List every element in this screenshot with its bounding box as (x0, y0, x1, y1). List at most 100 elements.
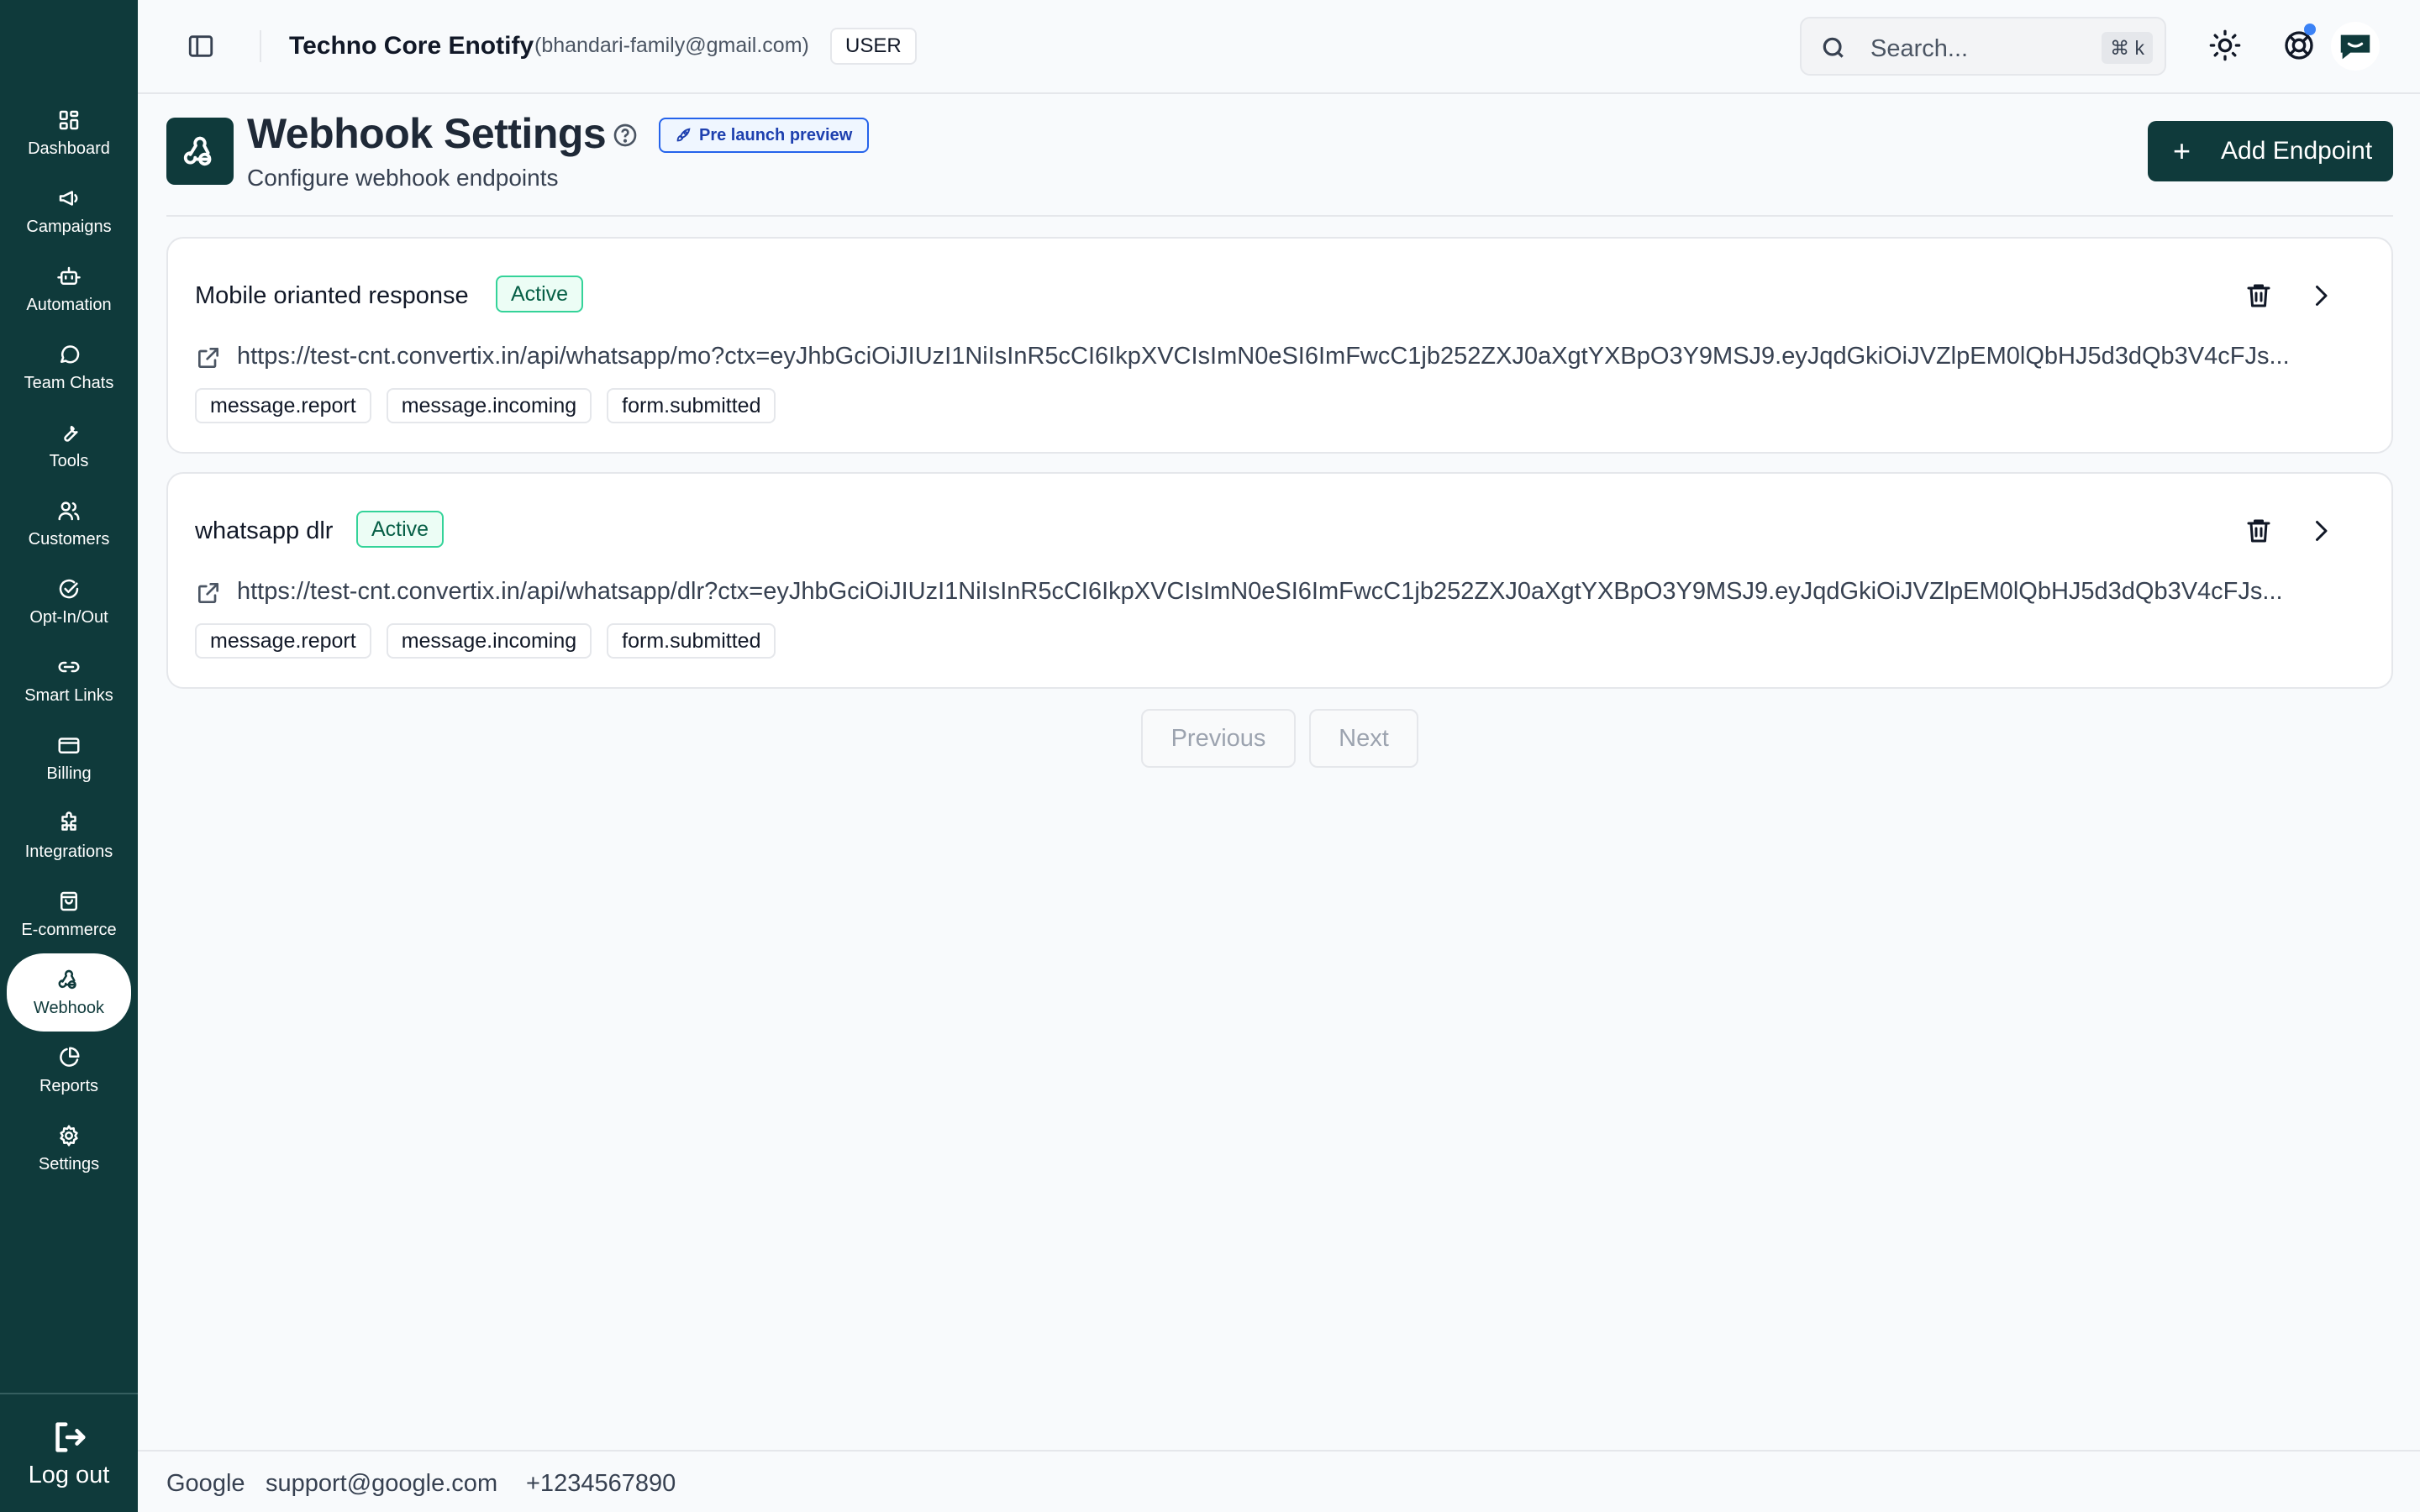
page-subtitle: Configure webhook endpoints (247, 165, 559, 191)
event-tag: message.report (195, 623, 371, 659)
endpoint-url[interactable]: https://test-cnt.convertix.in/api/whatsa… (237, 578, 2354, 606)
event-tag: form.submitted (607, 388, 776, 423)
sidebar-item-label: Customers (28, 530, 110, 549)
sidebar-item-label: Dashboard (28, 139, 110, 158)
event-tag: message.incoming (386, 623, 592, 659)
trash-icon (2247, 284, 2270, 307)
chat-assistant-button[interactable] (2331, 22, 2380, 71)
endpoint-url[interactable]: https://test-cnt.convertix.in/api/whatsa… (237, 343, 2354, 370)
dashboard-icon (59, 110, 79, 130)
trash-icon (2247, 519, 2270, 543)
sidebar-item-webhook[interactable]: Webhook (7, 953, 131, 1032)
footer-company: Google (166, 1470, 245, 1497)
status-badge: Active (356, 511, 445, 548)
support-button[interactable] (2282, 24, 2316, 62)
pre-launch-preview-badge[interactable]: Pre launch preview (659, 118, 870, 153)
panel-left-icon (188, 35, 213, 57)
footer-email[interactable]: support@google.com (266, 1470, 497, 1498)
event-tags: message.report message.incoming form.sub… (195, 388, 776, 423)
shopping-bag-icon (60, 891, 77, 911)
sidebar-item-settings[interactable]: Settings (7, 1110, 131, 1188)
logout-button[interactable]: Log out (0, 1393, 138, 1512)
sidebar-item-reports[interactable]: Reports (7, 1032, 131, 1110)
sidebar-item-label: Integrations (24, 843, 113, 861)
search-shortcut: ⌘ k (2102, 32, 2153, 64)
wrench-icon (64, 425, 78, 442)
endpoint-card[interactable]: Mobile orianted response Active https://… (166, 237, 2393, 454)
pie-chart-icon (60, 1047, 80, 1067)
delete-endpoint-button[interactable] (2244, 281, 2274, 311)
sidebar-nav: Dashboard Campaigns Automation Team Chat… (0, 94, 138, 1188)
sidebar-item-opt-in-out[interactable]: Opt-In/Out (7, 563, 131, 641)
sidebar-item-label: Tools (49, 452, 89, 470)
sidebar-item-label: Webhook (33, 999, 105, 1017)
sidebar-item-integrations[interactable]: Integrations (7, 797, 131, 875)
check-circle-icon (59, 579, 79, 599)
event-tag: form.submitted (607, 623, 776, 659)
previous-page-button[interactable]: Previous (1141, 709, 1296, 768)
notification-dot (2304, 24, 2316, 35)
chevron-right-icon (2316, 521, 2328, 541)
endpoint-name: Mobile orianted response (195, 282, 469, 309)
webhook-icon (58, 969, 76, 990)
plus-icon: + (2173, 134, 2191, 168)
megaphone-icon (59, 191, 78, 206)
sidebar-toggle-button[interactable] (187, 32, 215, 60)
delete-endpoint-button[interactable] (2244, 516, 2274, 546)
chat-bot-icon (2340, 34, 2370, 60)
webhook-icon (183, 136, 212, 166)
sidebar-item-label: Team Chats (24, 374, 114, 392)
title-divider (166, 215, 2393, 217)
sidebar-item-label: Campaigns (26, 218, 112, 236)
sidebar-item-tools[interactable]: Tools (7, 407, 131, 485)
webhook-title-icon (166, 118, 234, 185)
sidebar: Dashboard Campaigns Automation Team Chat… (0, 0, 138, 1512)
sidebar-item-dashboard[interactable]: Dashboard (7, 94, 131, 172)
event-tags: message.report message.incoming form.sub… (195, 623, 776, 659)
sidebar-item-label: Settings (38, 1155, 100, 1173)
rocket-icon (676, 128, 691, 142)
chevron-right-icon (2316, 286, 2328, 306)
search-input[interactable]: Search... ⌘ k (1800, 17, 2166, 76)
sidebar-item-label: Billing (46, 764, 92, 783)
add-endpoint-label: Add Endpoint (2221, 137, 2373, 165)
external-link-icon (195, 580, 222, 606)
theme-toggle-button[interactable] (2208, 29, 2242, 62)
pre-launch-preview-label: Pre launch preview (699, 125, 853, 144)
sidebar-item-label: Opt-In/Out (29, 608, 108, 627)
endpoint-details-button[interactable] (2306, 281, 2336, 311)
search-icon (1823, 37, 1844, 58)
sidebar-item-billing[interactable]: Billing (7, 719, 131, 797)
sidebar-item-customers[interactable]: Customers (7, 485, 131, 563)
sun-icon (2209, 29, 2241, 61)
sidebar-item-e-commerce[interactable]: E-commerce (7, 875, 131, 953)
add-endpoint-button[interactable]: + Add Endpoint (2148, 121, 2393, 181)
top-header: Techno Core Enotify (bhandari-family@gma… (138, 0, 2420, 94)
footer: Google support@google.com +1234567890 (138, 1450, 2420, 1512)
sidebar-item-campaigns[interactable]: Campaigns (7, 172, 131, 250)
credit-card-icon (58, 738, 80, 753)
bot-icon (57, 266, 81, 285)
sidebar-item-label: Automation (26, 296, 112, 314)
endpoint-details-button[interactable] (2306, 516, 2336, 546)
chat-bubble-icon (60, 345, 80, 364)
event-tag: message.report (195, 388, 371, 423)
sidebar-item-smart-links[interactable]: Smart Links (7, 641, 131, 719)
account-email: (bhandari-family@gmail.com) (534, 34, 809, 57)
logout-icon (55, 1421, 86, 1452)
sidebar-item-label: Smart Links (24, 686, 113, 705)
header-divider (260, 30, 261, 62)
organization-name: Techno Core Enotify (289, 32, 534, 60)
puzzle-icon (61, 811, 76, 831)
page-title: Webhook Settings (247, 110, 607, 157)
sidebar-item-automation[interactable]: Automation (7, 250, 131, 328)
status-badge: Active (496, 276, 584, 312)
footer-phone[interactable]: +1234567890 (526, 1470, 676, 1498)
next-page-button[interactable]: Next (1309, 709, 1418, 768)
sidebar-item-label: E-commerce (21, 921, 117, 939)
help-button[interactable] (612, 122, 639, 149)
search-placeholder: Search... (1870, 35, 1969, 62)
endpoint-card[interactable]: whatsapp dlr Active https://test-cnt.con… (166, 472, 2393, 689)
role-badge: USER (830, 28, 917, 65)
sidebar-item-team-chats[interactable]: Team Chats (7, 328, 131, 407)
